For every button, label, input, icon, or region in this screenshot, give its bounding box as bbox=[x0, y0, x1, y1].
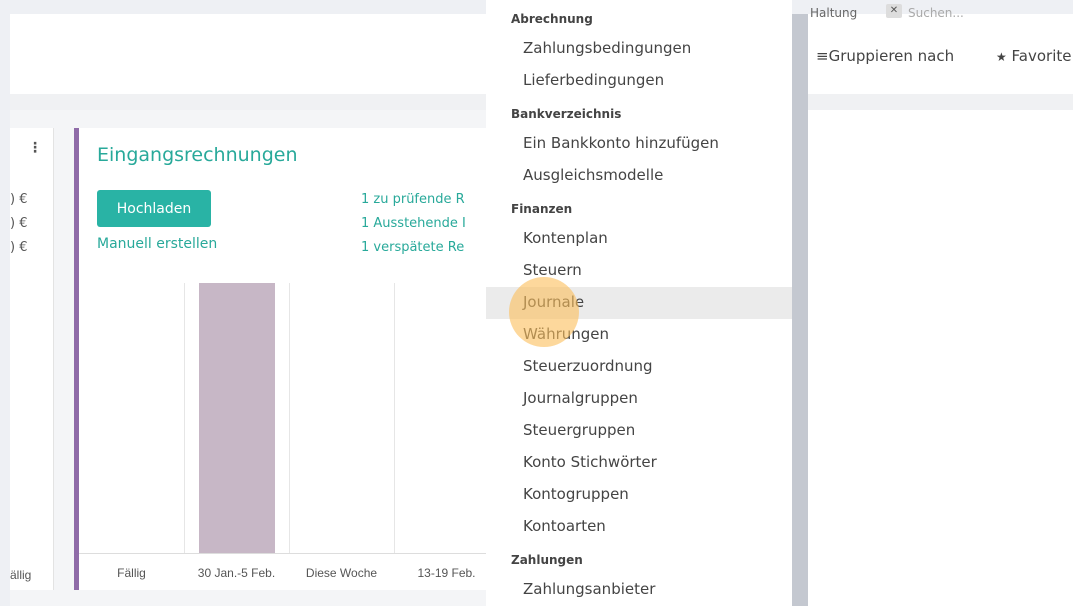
x-tick-label: 13-19 Feb. bbox=[417, 566, 476, 580]
menu-item[interactable]: Zahlungsbedingungen bbox=[486, 33, 792, 65]
menu-item[interactable]: Zahlungsanbieter bbox=[486, 574, 792, 606]
amount-3: ) € bbox=[10, 240, 28, 255]
upload-button[interactable]: Hochladen bbox=[97, 190, 211, 227]
gridline bbox=[394, 283, 395, 553]
menu-item-label: Kontenplan bbox=[523, 229, 608, 247]
create-manually-link[interactable]: Manuell erstellen bbox=[97, 236, 217, 252]
menu-item[interactable]: Kontenplan bbox=[486, 223, 792, 255]
due-label: ällig bbox=[10, 568, 32, 582]
journal-card-partial: ⋮ ) € ) € ) € ällig bbox=[10, 128, 54, 590]
configuration-dropdown-menu: Abrechnung Zahlungsbedingungen Lieferbedin… bbox=[486, 0, 792, 606]
group-by-button[interactable]: ≡Gruppieren nach bbox=[816, 47, 954, 65]
vendor-bills-card: Eingangsrechnungen Hochladen Manuell ers… bbox=[74, 128, 499, 590]
menu-section-zahlungen: Zahlungen bbox=[511, 553, 583, 567]
menu-item-label: Journalgruppen bbox=[523, 389, 638, 407]
search-facet: Haltung bbox=[810, 6, 858, 20]
menu-item[interactable]: Steuergruppen bbox=[486, 415, 792, 447]
scrollbar[interactable] bbox=[792, 14, 808, 606]
menu-section-finanzen: Finanzen bbox=[511, 202, 573, 216]
menu-item-label: Steuerzuordnung bbox=[523, 357, 653, 375]
search-bar[interactable]: Haltung ✕ Suchen... bbox=[808, 0, 1073, 30]
menu-item[interactable]: Währungen bbox=[486, 319, 792, 351]
menu-item-label: Kontogruppen bbox=[523, 485, 629, 503]
menu-item-label: Zahlungsbedingungen bbox=[523, 39, 692, 57]
list-icon: ≡ bbox=[816, 47, 829, 65]
star-icon: ★ bbox=[996, 50, 1007, 64]
favorites-button[interactable]: ★ Favorite bbox=[996, 47, 1072, 65]
menu-item-label: Zahlungsanbieter bbox=[523, 580, 656, 598]
to-check-link[interactable]: 1 zu prüfende R bbox=[361, 192, 465, 207]
gridline bbox=[184, 283, 185, 553]
menu-item-label: Lieferbedingungen bbox=[523, 71, 665, 89]
menu-item-label: Ausgleichsmodelle bbox=[523, 166, 664, 184]
kebab-menu-icon[interactable]: ⋮ bbox=[28, 140, 42, 156]
menu-item[interactable]: Journalgruppen bbox=[486, 383, 792, 415]
pending-link[interactable]: 1 Ausstehende I bbox=[361, 216, 466, 231]
bills-bar-chart: Fällig 30 Jan.-5 Feb. Diese Woche 13-19 Feb… bbox=[79, 283, 499, 590]
favorites-label: Favorite bbox=[1011, 47, 1072, 65]
menu-section-bankverzeichnis: Bankverzeichnis bbox=[511, 107, 622, 121]
menu-item[interactable]: Steuerzuordnung bbox=[486, 351, 792, 383]
menu-item[interactable]: Steuern bbox=[486, 255, 792, 287]
menu-section-abrechnung: Abrechnung bbox=[511, 12, 593, 26]
amount-2: ) € bbox=[10, 216, 28, 231]
menu-item[interactable]: Journale bbox=[486, 287, 792, 319]
menu-item[interactable]: Lieferbedingungen bbox=[486, 65, 792, 97]
x-tick-label: 30 Jan.-5 Feb. bbox=[197, 566, 276, 580]
right-panel bbox=[808, 110, 1073, 606]
menu-item-label: Ein Bankkonto hinzufügen bbox=[523, 134, 719, 152]
x-axis-line bbox=[79, 553, 499, 554]
menu-item[interactable]: Kontoarten bbox=[486, 511, 792, 543]
screen: Haltung ✕ Suchen... ≡Gruppieren nach ★ F… bbox=[0, 0, 1073, 606]
gridline bbox=[289, 283, 290, 553]
menu-item-label: Währungen bbox=[523, 325, 610, 343]
menu-item[interactable]: Kontogruppen bbox=[486, 479, 792, 511]
x-tick-label: Fällig bbox=[117, 566, 146, 580]
facet-remove-icon[interactable]: ✕ bbox=[886, 4, 902, 18]
chart-bar[interactable] bbox=[198, 283, 275, 553]
menu-item[interactable]: Ausgleichsmodelle bbox=[486, 160, 792, 192]
menu-item-label: Steuern bbox=[523, 261, 582, 279]
menu-item-label: Steuergruppen bbox=[523, 421, 636, 439]
late-link[interactable]: 1 verspätete Re bbox=[361, 240, 464, 255]
x-tick-label: Diese Woche bbox=[305, 566, 378, 580]
menu-item-label: Journale bbox=[523, 293, 585, 311]
search-input[interactable]: Suchen... bbox=[908, 6, 964, 20]
menu-item[interactable]: Ein Bankkonto hinzufügen bbox=[486, 128, 792, 160]
menu-item-label: Kontoarten bbox=[523, 517, 606, 535]
amount-1: ) € bbox=[10, 192, 28, 207]
card-title[interactable]: Eingangsrechnungen bbox=[97, 144, 298, 166]
menu-item[interactable]: Konto Stichwörter bbox=[486, 447, 792, 479]
menu-item-label: Konto Stichwörter bbox=[523, 453, 657, 471]
group-by-label: Gruppieren nach bbox=[828, 47, 955, 65]
